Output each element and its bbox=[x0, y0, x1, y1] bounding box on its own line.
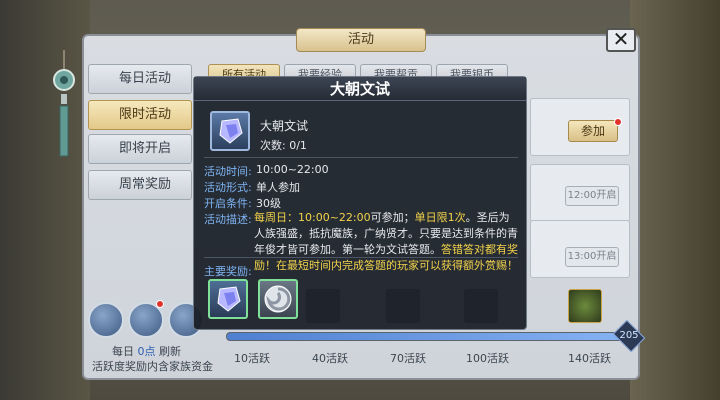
nav-weekly-rewards[interactable]: 周常奖励 bbox=[88, 170, 192, 200]
milestone-chest-gold[interactable] bbox=[568, 289, 602, 323]
desc-part: 每周日：10:00~22:00 bbox=[254, 211, 371, 224]
jade-ornament-icon bbox=[53, 50, 75, 157]
form-value: 单人参加 bbox=[256, 181, 300, 194]
milestone-label: 100活跃 bbox=[466, 352, 509, 365]
description-label: 活动描述: bbox=[204, 213, 252, 226]
activity-progress-bar bbox=[226, 332, 630, 341]
activity-name: 大朝文试 bbox=[260, 119, 309, 133]
reward-item-crystal[interactable] bbox=[208, 279, 248, 319]
notification-dot bbox=[614, 118, 622, 126]
popup-title: 大朝文试 bbox=[194, 77, 526, 101]
rewards-label: 主要奖励: bbox=[204, 265, 252, 278]
open-time-badge: 12:00开启 bbox=[565, 186, 619, 206]
progress-fill bbox=[227, 333, 629, 340]
nav-upcoming[interactable]: 即将开启 bbox=[88, 134, 192, 164]
crystal-icon bbox=[219, 118, 243, 144]
divider bbox=[204, 157, 518, 158]
milestone-label: 10活跃 bbox=[234, 352, 270, 365]
refresh-info: 每日 0点 刷新 bbox=[112, 343, 181, 359]
join-button[interactable]: 参加 bbox=[568, 120, 618, 142]
refresh-prefix: 每日 bbox=[112, 345, 134, 358]
background-left bbox=[0, 0, 90, 400]
divider bbox=[204, 257, 518, 258]
refresh-suffix: 刷新 bbox=[159, 345, 181, 358]
close-button[interactable]: ✕ bbox=[606, 28, 636, 52]
desc-part: 可参加； bbox=[370, 211, 415, 224]
condition-label: 开启条件: bbox=[204, 197, 252, 210]
desc-part: 单日限1次 bbox=[414, 211, 466, 224]
milestone-label: 70活跃 bbox=[390, 352, 426, 365]
condition-value: 30级 bbox=[256, 197, 281, 210]
points-value: 205 bbox=[619, 330, 639, 341]
activity-count: 次数: 0/1 bbox=[260, 139, 307, 152]
nav-daily-activity[interactable]: 每日活动 bbox=[88, 64, 192, 94]
notification-dot bbox=[156, 300, 164, 308]
time-label: 活动时间: bbox=[204, 165, 252, 178]
calendar-icon[interactable] bbox=[88, 302, 124, 338]
activity-icon bbox=[210, 111, 250, 151]
reward-item-swirl[interactable] bbox=[258, 279, 298, 319]
refresh-time: 0点 bbox=[137, 345, 156, 358]
crystal-icon bbox=[217, 286, 241, 312]
window-title: 活动 bbox=[296, 28, 426, 52]
background-right bbox=[630, 0, 720, 400]
form-label: 活动形式: bbox=[204, 181, 252, 194]
time-value: 10:00~22:00 bbox=[256, 163, 329, 176]
activity-detail-popup: 大朝文试 大朝文试 次数: 0/1 活动时间: 10:00~22:00 活动形式… bbox=[193, 76, 527, 330]
milestone-label: 40活跃 bbox=[312, 352, 348, 365]
open-time-badge: 13:00开启 bbox=[565, 247, 619, 267]
swirl-orb-icon bbox=[264, 285, 292, 313]
milestone-label: 140活跃 bbox=[568, 352, 611, 365]
description-text: 每周日：10:00~22:00可参加；单日限1次。圣后为人族强盛，抵抗魔族，广纳… bbox=[254, 210, 518, 274]
nav-limited-activity[interactable]: 限时活动 bbox=[88, 100, 192, 130]
family-fund-note: 活跃度奖励内含家族资金 bbox=[92, 360, 213, 373]
